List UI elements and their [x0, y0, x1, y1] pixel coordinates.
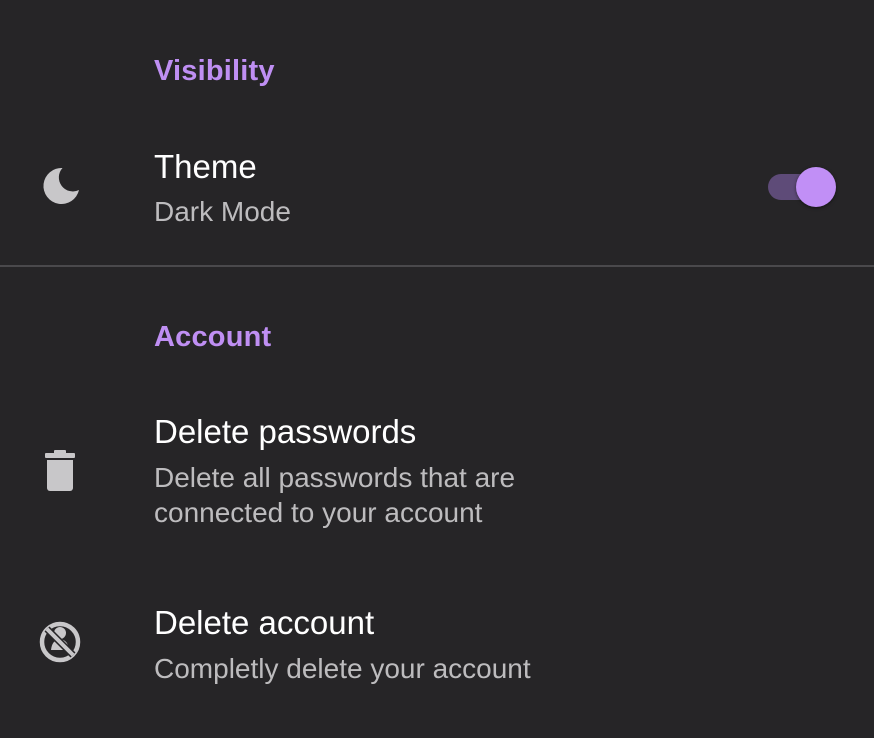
- delete-passwords-row[interactable]: Delete passwords Delete all passwords th…: [0, 405, 874, 540]
- block-account-icon: [36, 618, 84, 666]
- trash-icon: [36, 447, 84, 495]
- toggle-thumb: [796, 167, 836, 207]
- dark-mode-toggle[interactable]: [768, 167, 836, 207]
- delete-account-subtitle: Completly delete your account: [154, 653, 531, 684]
- section-header-account: Account: [154, 321, 272, 353]
- theme-title: Theme: [154, 148, 257, 185]
- theme-setting-row[interactable]: Theme Dark Mode: [0, 140, 874, 250]
- delete-passwords-subtitle: Delete all passwords that are connected …: [154, 462, 516, 528]
- moon-icon: [36, 162, 84, 210]
- section-divider: [0, 265, 874, 267]
- delete-account-row[interactable]: Delete account Completly delete your acc…: [0, 596, 874, 706]
- theme-subtitle: Dark Mode: [154, 196, 291, 227]
- delete-passwords-title: Delete passwords: [154, 413, 417, 450]
- section-header-visibility: Visibility: [154, 55, 275, 87]
- delete-account-title: Delete account: [154, 604, 375, 641]
